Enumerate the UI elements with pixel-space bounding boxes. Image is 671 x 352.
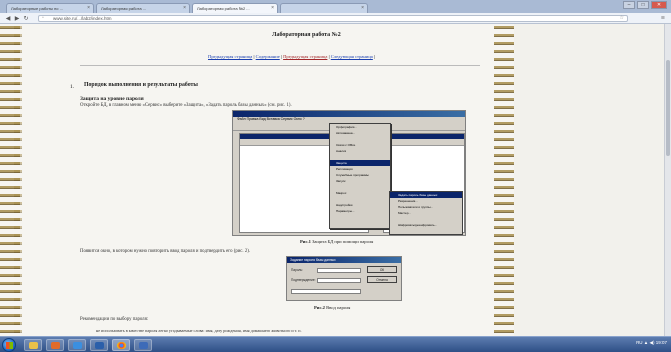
menu-item: Параметры... [336, 209, 355, 213]
browser-menu-icon[interactable]: ≡ [661, 15, 665, 22]
page-right-margin [514, 24, 664, 336]
close-tab-icon[interactable]: × [271, 5, 274, 11]
back-button[interactable]: ◀ [4, 15, 12, 22]
service-menu: Орфография... Автозамена... Связи с Offi… [329, 123, 391, 229]
ie-icon [73, 342, 82, 349]
status-strip [291, 289, 361, 294]
caption-label: Рис.1 [300, 239, 311, 244]
word-icon [95, 342, 104, 349]
figure-1-caption: Рис.1 Защита БД при помощи пароля [300, 239, 373, 244]
figure-2-caption: Рис.2 Ввод пароля [314, 305, 350, 310]
system-tray[interactable]: RU ▲ ◀) 19:07 [636, 340, 667, 346]
taskbar-app-docs[interactable] [134, 339, 152, 351]
nav-link-previous[interactable]: Предыдущая страница [208, 54, 252, 59]
close-tab-icon[interactable]: × [361, 5, 364, 11]
document-icon [139, 342, 148, 349]
tab-title: Лабораторная работа ... [101, 6, 147, 11]
subsection-title: Защита на уровне пароля [80, 96, 144, 102]
nav-link-previous-2[interactable]: Предыдущая страница [283, 54, 327, 59]
figure-1-screenshot: Файл Правка Вид Вставка Сервис Окно ? Ор… [232, 110, 466, 236]
section-number: 1. [70, 84, 75, 90]
close-window-button[interactable]: ✕ [651, 1, 667, 9]
maximize-button[interactable]: □ [637, 1, 649, 9]
submenu-item: Шифровать/дешифровать... [398, 223, 438, 227]
dialog-title: Задание пароля базы данных [287, 257, 401, 263]
web-page: Лабораторная работа №2 Предыдущая страни… [0, 24, 671, 336]
taskbar-app-ie[interactable] [68, 339, 86, 351]
minimize-button[interactable]: – [623, 1, 635, 9]
figure-2-password-dialog: Задание пароля базы данных Пароль: Подтв… [286, 256, 402, 301]
divider [80, 65, 480, 66]
windows-logo-icon [6, 342, 13, 349]
confirm-label: Подтверждение: [291, 278, 316, 282]
browser-tab-active[interactable]: Лабораторная работа №2 ... × [192, 3, 278, 13]
password-label: Пароль: [291, 268, 303, 272]
close-tab-icon[interactable]: × [183, 5, 186, 11]
vertical-scrollbar[interactable] [664, 24, 671, 336]
paragraph: Появится окно, в котором нужно повторить… [80, 249, 251, 254]
browser-tab[interactable]: Лабораторные работы по ... × [6, 3, 94, 13]
start-button[interactable] [2, 338, 16, 352]
windows-taskbar: RU ▲ ◀) 19:07 [0, 336, 671, 352]
browser-tab[interactable]: × [280, 3, 368, 13]
decorative-spiral-left-shadow [14, 24, 22, 336]
ok-button: ОК [367, 266, 397, 273]
nav-link-next[interactable]: Следующая страница [331, 54, 373, 59]
taskbar-app-explorer[interactable] [24, 339, 42, 351]
section-title: Порядок выполнения и результаты работы [84, 82, 198, 88]
password-field [317, 268, 361, 273]
browser-toolbar: ◀ ▶ ↻ ▫ www.site.ru/.../lab2/index.htm ☆… [0, 13, 671, 24]
confirm-field [317, 278, 361, 283]
cancel-button: Отмена [367, 276, 397, 283]
taskbar-app-word[interactable] [90, 339, 108, 351]
browser-tab-strip: Лабораторные работы по ... × Лабораторная… [0, 0, 671, 13]
nav-link-contents[interactable]: Содержание [256, 54, 280, 59]
page-navigation: Предыдущая страница | Содержание | Преды… [208, 54, 376, 59]
scrollbar-thumb[interactable] [666, 60, 670, 156]
taskbar-app-chrome[interactable] [112, 339, 130, 351]
page-content: Лабораторная работа №2 Предыдущая страни… [62, 24, 492, 336]
url-text: www.site.ru/.../lab2/index.htm [53, 16, 112, 21]
reload-button[interactable]: ↻ [22, 15, 30, 22]
page-icon: ▫ [42, 15, 44, 21]
media-icon [51, 342, 60, 349]
paragraph: Рекомендации по выбору пароля: [80, 317, 149, 322]
protection-submenu: Задать пароль базы данных Разрешения... … [389, 191, 463, 235]
folder-icon [29, 342, 38, 349]
tab-title: Лабораторная работа №2 ... [197, 6, 250, 11]
paragraph: Откройте БД, в главном меню «Сервис» выб… [80, 103, 292, 108]
browser-tab[interactable]: Лабораторная работа ... × [96, 3, 190, 13]
caption-text: Ввод пароля [326, 305, 351, 310]
list-item: не использовать в качестве пароля легко … [96, 328, 302, 333]
tab-title: Лабораторные работы по ... [11, 6, 63, 11]
address-bar[interactable]: ▫ www.site.ru/.../lab2/index.htm ☆ [38, 15, 628, 22]
page-title: Лабораторная работа №2 [272, 32, 341, 38]
decorative-spiral-right [494, 24, 514, 336]
caption-label: Рис.2 [314, 305, 325, 310]
close-tab-icon[interactable]: × [87, 5, 90, 11]
forward-button[interactable]: ▶ [13, 15, 21, 22]
caption-text: Защита БД при помощи пароля [312, 239, 374, 244]
taskbar-app-media[interactable] [46, 339, 64, 351]
bookmark-star-icon[interactable]: ☆ [620, 16, 624, 21]
chrome-icon [117, 342, 126, 349]
window-controls: – □ ✕ [623, 1, 667, 9]
